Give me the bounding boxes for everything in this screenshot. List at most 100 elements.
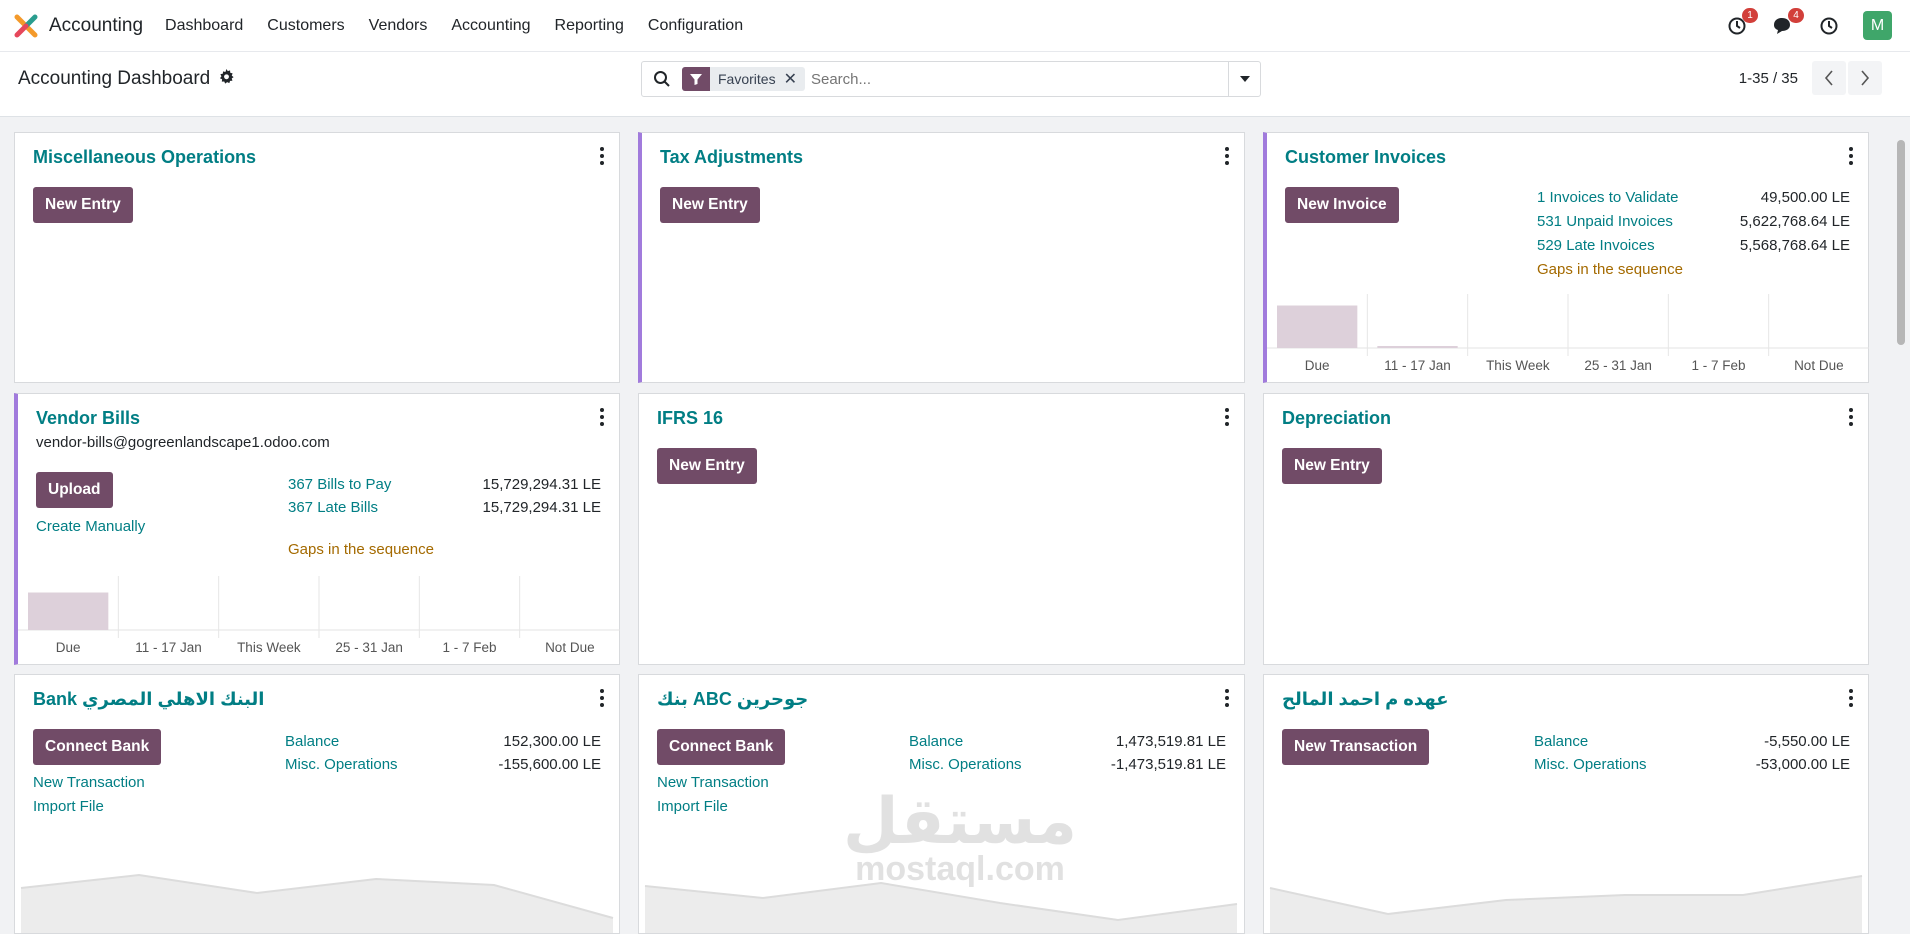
journal-card-depreciation: Depreciation New Entry — [1263, 393, 1869, 665]
menu-configuration[interactable]: Configuration — [648, 17, 743, 35]
pager: 1-35 / 35 — [1739, 61, 1882, 95]
page-scrollbar[interactable] — [1892, 118, 1910, 915]
journal-title[interactable]: بنك ABC جوحرين — [657, 689, 808, 710]
navbar-systray: 1 4 M — [1703, 7, 1892, 40]
kebab-menu-icon[interactable] — [1224, 408, 1230, 426]
create-manually-link[interactable]: Create Manually — [36, 518, 145, 535]
kebab-menu-icon[interactable] — [1848, 689, 1854, 707]
kebab-menu-icon[interactable] — [1848, 408, 1854, 426]
journal-title[interactable]: Vendor Bills — [36, 408, 140, 429]
messages-button[interactable]: 4 — [1771, 7, 1804, 38]
new-transaction-button[interactable]: New Transaction — [1282, 729, 1430, 765]
new-transaction-link[interactable]: New Transaction — [33, 774, 145, 791]
journal-title[interactable]: عهده م احمد المالح — [1282, 689, 1449, 710]
import-file-link[interactable]: Import File — [33, 798, 104, 815]
kebab-menu-icon[interactable] — [1224, 689, 1230, 707]
watermark-arabic: مستقل — [842, 785, 1078, 857]
chart-bar[interactable] — [28, 592, 109, 631]
import-file-link[interactable]: Import File — [657, 798, 728, 815]
menu-customers[interactable]: Customers — [267, 17, 344, 35]
journal-title[interactable]: Depreciation — [1282, 408, 1391, 429]
chart-bar[interactable] — [1377, 346, 1458, 348]
kebab-menu-icon[interactable] — [599, 689, 605, 707]
search-options-toggle[interactable] — [1228, 62, 1260, 96]
menu-reporting[interactable]: Reporting — [555, 17, 624, 35]
chart-tick-label: This Week — [1486, 358, 1550, 373]
balance-line-chart[interactable] — [1264, 858, 1866, 933]
pager-previous-button[interactable] — [1812, 61, 1846, 95]
invoices-to-validate-link[interactable]: 1 Invoices to Validate — [1537, 189, 1678, 206]
chart-tick-label: 11 - 17 Jan — [1384, 358, 1451, 373]
late-invoices-link[interactable]: 529 Late Invoices — [1537, 237, 1655, 254]
menu-accounting[interactable]: Accounting — [451, 17, 530, 35]
gaps-in-sequence-link[interactable]: Gaps in the sequence — [288, 541, 434, 558]
balance-link[interactable]: Balance — [285, 733, 339, 750]
gear-icon[interactable] — [219, 68, 234, 90]
menu-dashboard[interactable]: Dashboard — [165, 17, 243, 35]
new-entry-button[interactable]: New Entry — [660, 187, 760, 223]
new-transaction-link[interactable]: New Transaction — [657, 774, 769, 791]
invoices-to-validate-amount: 49,500.00 LE — [1760, 189, 1850, 206]
pager-next-button[interactable] — [1848, 61, 1882, 95]
journal-title[interactable]: Customer Invoices — [1285, 147, 1446, 168]
accounting-app-icon[interactable] — [13, 13, 39, 39]
search-bar[interactable]: Favorites ✕ — [641, 61, 1261, 97]
journal-title[interactable]: Miscellaneous Operations — [33, 147, 256, 168]
scrollbar-thumb[interactable] — [1897, 140, 1905, 345]
connect-bank-button[interactable]: Connect Bank — [657, 729, 786, 765]
journal-card-misc: Miscellaneous Operations New Entry — [14, 132, 620, 383]
new-invoice-button[interactable]: New Invoice — [1285, 187, 1399, 223]
chevron-left-icon — [1824, 70, 1833, 86]
page-title-text: Accounting Dashboard — [18, 68, 211, 89]
invoices-bar-chart[interactable]: Due 11 - 17 Jan This Week 25 - 31 Jan 1 - 7 … — [1267, 294, 1869, 382]
balance-amount: -5,550.00 LE — [1764, 733, 1850, 750]
new-entry-button[interactable]: New Entry — [33, 187, 133, 223]
balance-link[interactable]: Balance — [1534, 733, 1588, 750]
misc-operations-link[interactable]: Misc. Operations — [285, 756, 398, 773]
kebab-menu-icon[interactable] — [599, 147, 605, 165]
late-bills-link[interactable]: 367 Late Bills — [288, 499, 378, 516]
gaps-in-sequence-link[interactable]: Gaps in the sequence — [1537, 261, 1683, 278]
chart-tick-label: 11 - 17 Jan — [135, 640, 202, 655]
balance-area — [645, 883, 1237, 933]
chart-bar[interactable] — [1277, 305, 1358, 349]
search-icon[interactable] — [653, 70, 671, 88]
menu-vendors[interactable]: Vendors — [369, 17, 428, 35]
chart-tick-label: Due — [56, 640, 81, 655]
control-panel: Accounting Dashboard Favorites ✕ 1-35 / … — [0, 52, 1910, 117]
kebab-menu-icon[interactable] — [1224, 147, 1230, 165]
new-entry-button[interactable]: New Entry — [1282, 448, 1382, 484]
misc-operations-link[interactable]: Misc. Operations — [1534, 756, 1647, 773]
search-input[interactable] — [810, 70, 1228, 88]
chart-tick-label: 1 - 7 Feb — [442, 640, 496, 655]
chart-tick-label: Not Due — [545, 640, 595, 655]
chart-tick-label: 25 - 31 Jan — [335, 640, 403, 655]
watermark-latin: mostaql.com — [855, 850, 1065, 888]
activity-button[interactable]: 1 — [1725, 7, 1758, 38]
bills-bar-chart[interactable]: Due 11 - 17 Jan This Week 25 - 31 Jan 1 - 7 … — [18, 576, 620, 664]
top-navbar: Accounting Dashboard Customers Vendors A… — [0, 0, 1910, 52]
caret-down-icon — [1239, 76, 1250, 82]
user-avatar[interactable]: M — [1863, 11, 1892, 40]
app-name[interactable]: Accounting — [49, 15, 143, 37]
search-facet-favorites[interactable]: Favorites ✕ — [682, 67, 805, 91]
bills-to-pay-link[interactable]: 367 Bills to Pay — [288, 476, 391, 493]
late-bills-amount: 15,729,294.31 LE — [482, 499, 601, 516]
pager-value[interactable]: 1-35 / 35 — [1739, 70, 1798, 87]
new-entry-button[interactable]: New Entry — [657, 448, 757, 484]
misc-operations-link[interactable]: Misc. Operations — [909, 756, 1022, 773]
close-icon[interactable]: ✕ — [784, 69, 805, 89]
balance-area — [1270, 876, 1862, 933]
unpaid-invoices-link[interactable]: 531 Unpaid Invoices — [1537, 213, 1673, 230]
kebab-menu-icon[interactable] — [599, 408, 605, 426]
kebab-menu-icon[interactable] — [1848, 147, 1854, 165]
journal-title[interactable]: IFRS 16 — [657, 408, 723, 429]
connect-bank-button[interactable]: Connect Bank — [33, 729, 162, 765]
balance-line-chart[interactable] — [15, 858, 617, 933]
journal-card-tax: Tax Adjustments New Entry — [638, 132, 1245, 383]
recent-activity-button[interactable] — [1817, 14, 1841, 38]
upload-button[interactable]: Upload — [36, 472, 113, 508]
journal-title[interactable]: Bank البنك الاهلي المصري — [33, 689, 264, 710]
journal-title[interactable]: Tax Adjustments — [660, 147, 803, 168]
balance-link[interactable]: Balance — [909, 733, 963, 750]
